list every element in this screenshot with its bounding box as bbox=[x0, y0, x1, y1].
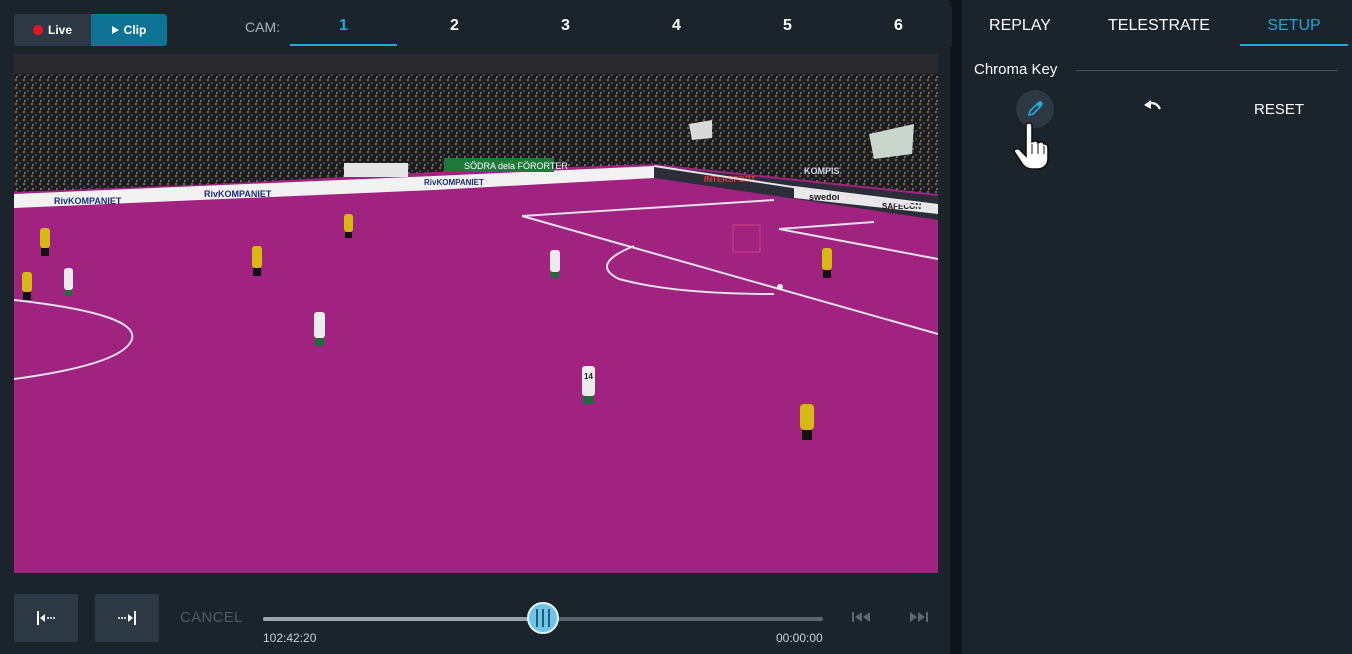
tab-setup[interactable]: SETUP bbox=[1240, 6, 1348, 46]
play-icon bbox=[111, 26, 119, 34]
hand-cursor-icon bbox=[1013, 122, 1049, 170]
playback-controls: CANCEL 102:42:20 00:00:00 bbox=[0, 584, 950, 654]
tools-tabs: REPLAY TELESTRATE SETUP bbox=[962, 6, 1352, 46]
section-divider bbox=[1076, 70, 1338, 71]
skip-forward-icon[interactable] bbox=[907, 610, 929, 624]
tools-panel: REPLAY TELESTRATE SETUP Chroma Key RESET bbox=[962, 0, 1352, 654]
camera-tabs: 1 2 3 4 5 6 bbox=[290, 6, 956, 46]
mark-in-button[interactable] bbox=[14, 594, 78, 642]
mark-out-icon bbox=[118, 611, 136, 625]
scrub-handle[interactable] bbox=[527, 602, 559, 634]
chroma-key-title: Chroma Key bbox=[974, 61, 1058, 78]
tab-cam-4[interactable]: 4 bbox=[623, 6, 730, 46]
tab-replay[interactable]: REPLAY bbox=[962, 6, 1078, 46]
tab-cam-5[interactable]: 5 bbox=[734, 6, 841, 46]
player-number: 14 bbox=[584, 372, 593, 381]
mark-in-icon bbox=[37, 611, 55, 625]
video-frame[interactable]: SÖDRA dela FÖRORTER RivKOMPANIET RivKOMP… bbox=[14, 54, 938, 573]
tab-cam-6[interactable]: 6 bbox=[845, 6, 952, 46]
ad-banner-3: RivKOMPANIET bbox=[424, 178, 484, 187]
clip-button[interactable]: Clip bbox=[91, 14, 167, 46]
tab-cam-3[interactable]: 3 bbox=[512, 6, 619, 46]
time-start: 102:42:20 bbox=[263, 631, 317, 645]
live-button[interactable]: Live bbox=[14, 14, 91, 46]
ad-sodra: SÖDRA dela FÖRORTER bbox=[464, 161, 568, 171]
tab-cam-1[interactable]: 1 bbox=[290, 6, 397, 46]
camera-toolbar: Live Clip CAM: 1 2 3 4 5 6 bbox=[0, 6, 952, 46]
mark-out-button[interactable] bbox=[95, 594, 159, 642]
live-label: Live bbox=[47, 23, 72, 37]
skip-back-icon[interactable] bbox=[851, 610, 873, 624]
cancel-button[interactable]: CANCEL bbox=[180, 609, 243, 626]
ad-banner-2: RivKOMPANIET bbox=[204, 189, 272, 199]
tab-cam-2[interactable]: 2 bbox=[401, 6, 508, 46]
eyedropper-icon bbox=[1027, 101, 1043, 117]
replay-app: Live Clip CAM: 1 2 3 4 5 6 SÖDRA dela FÖ… bbox=[0, 0, 1352, 654]
mode-toggle: Live Clip bbox=[14, 14, 167, 46]
record-dot-icon bbox=[32, 25, 43, 35]
cam-label: CAM: bbox=[245, 19, 280, 35]
pitch-scene: SÖDRA dela FÖRORTER RivKOMPANIET RivKOMP… bbox=[14, 54, 938, 573]
clip-label: Clip bbox=[123, 23, 147, 37]
time-end: 00:00:00 bbox=[776, 631, 823, 645]
tab-telestrate[interactable]: TELESTRATE bbox=[1082, 6, 1236, 46]
scrub-fill bbox=[263, 617, 543, 621]
undo-icon[interactable] bbox=[1142, 98, 1164, 114]
ad-banner-1: RivKOMPANIET bbox=[54, 196, 122, 206]
reset-button[interactable]: RESET bbox=[1254, 101, 1304, 118]
video-panel: Live Clip CAM: 1 2 3 4 5 6 SÖDRA dela FÖ… bbox=[0, 0, 952, 654]
ad-kompis: KOMPIS bbox=[804, 166, 840, 176]
